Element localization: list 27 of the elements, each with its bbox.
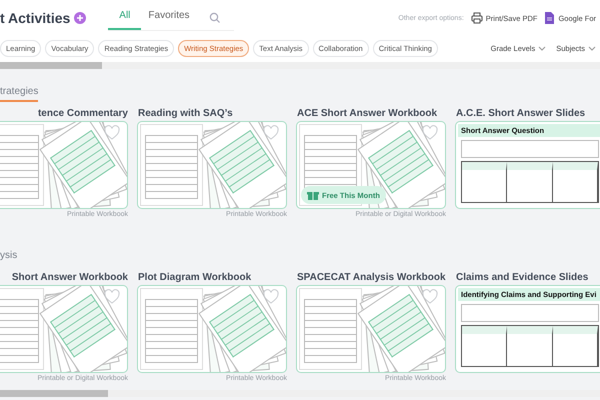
heart-icon[interactable] <box>263 125 279 140</box>
heart-icon[interactable] <box>422 289 438 304</box>
tab[interactable]: Favorites <box>141 5 197 30</box>
card-title[interactable]: tence Commentary <box>0 106 128 121</box>
add-icon[interactable] <box>74 12 86 24</box>
card-title[interactable]: ACE Short Answer Workbook <box>296 106 446 121</box>
scrollbar[interactable] <box>0 62 600 69</box>
document-icon <box>544 12 556 24</box>
caret-icon <box>588 46 596 50</box>
card-title[interactable]: A.C.E. Short Answer Slides <box>455 106 600 121</box>
gift-icon <box>307 189 319 201</box>
page-title: t Activities <box>0 10 70 26</box>
heart-icon[interactable] <box>422 125 438 140</box>
section-title: ysis <box>0 250 18 263</box>
card-title[interactable]: Reading with SAQ’s <box>137 106 287 121</box>
heart-icon[interactable] <box>263 289 279 304</box>
printer-icon <box>470 12 483 24</box>
scrollbar[interactable] <box>0 390 600 397</box>
section-title: trategies <box>0 86 38 102</box>
heart-icon[interactable] <box>104 289 120 304</box>
card-title[interactable]: Short Answer Workbook <box>0 270 128 285</box>
search-icon[interactable] <box>208 12 220 23</box>
card-title[interactable]: Claims and Evidence Slides <box>455 270 600 285</box>
card-title[interactable]: Plot Diagram Workbook <box>137 270 287 285</box>
card-title[interactable]: SPACECAT Analysis Workbook <box>296 270 446 285</box>
caret-icon <box>538 46 546 50</box>
heart-icon[interactable] <box>104 125 120 140</box>
